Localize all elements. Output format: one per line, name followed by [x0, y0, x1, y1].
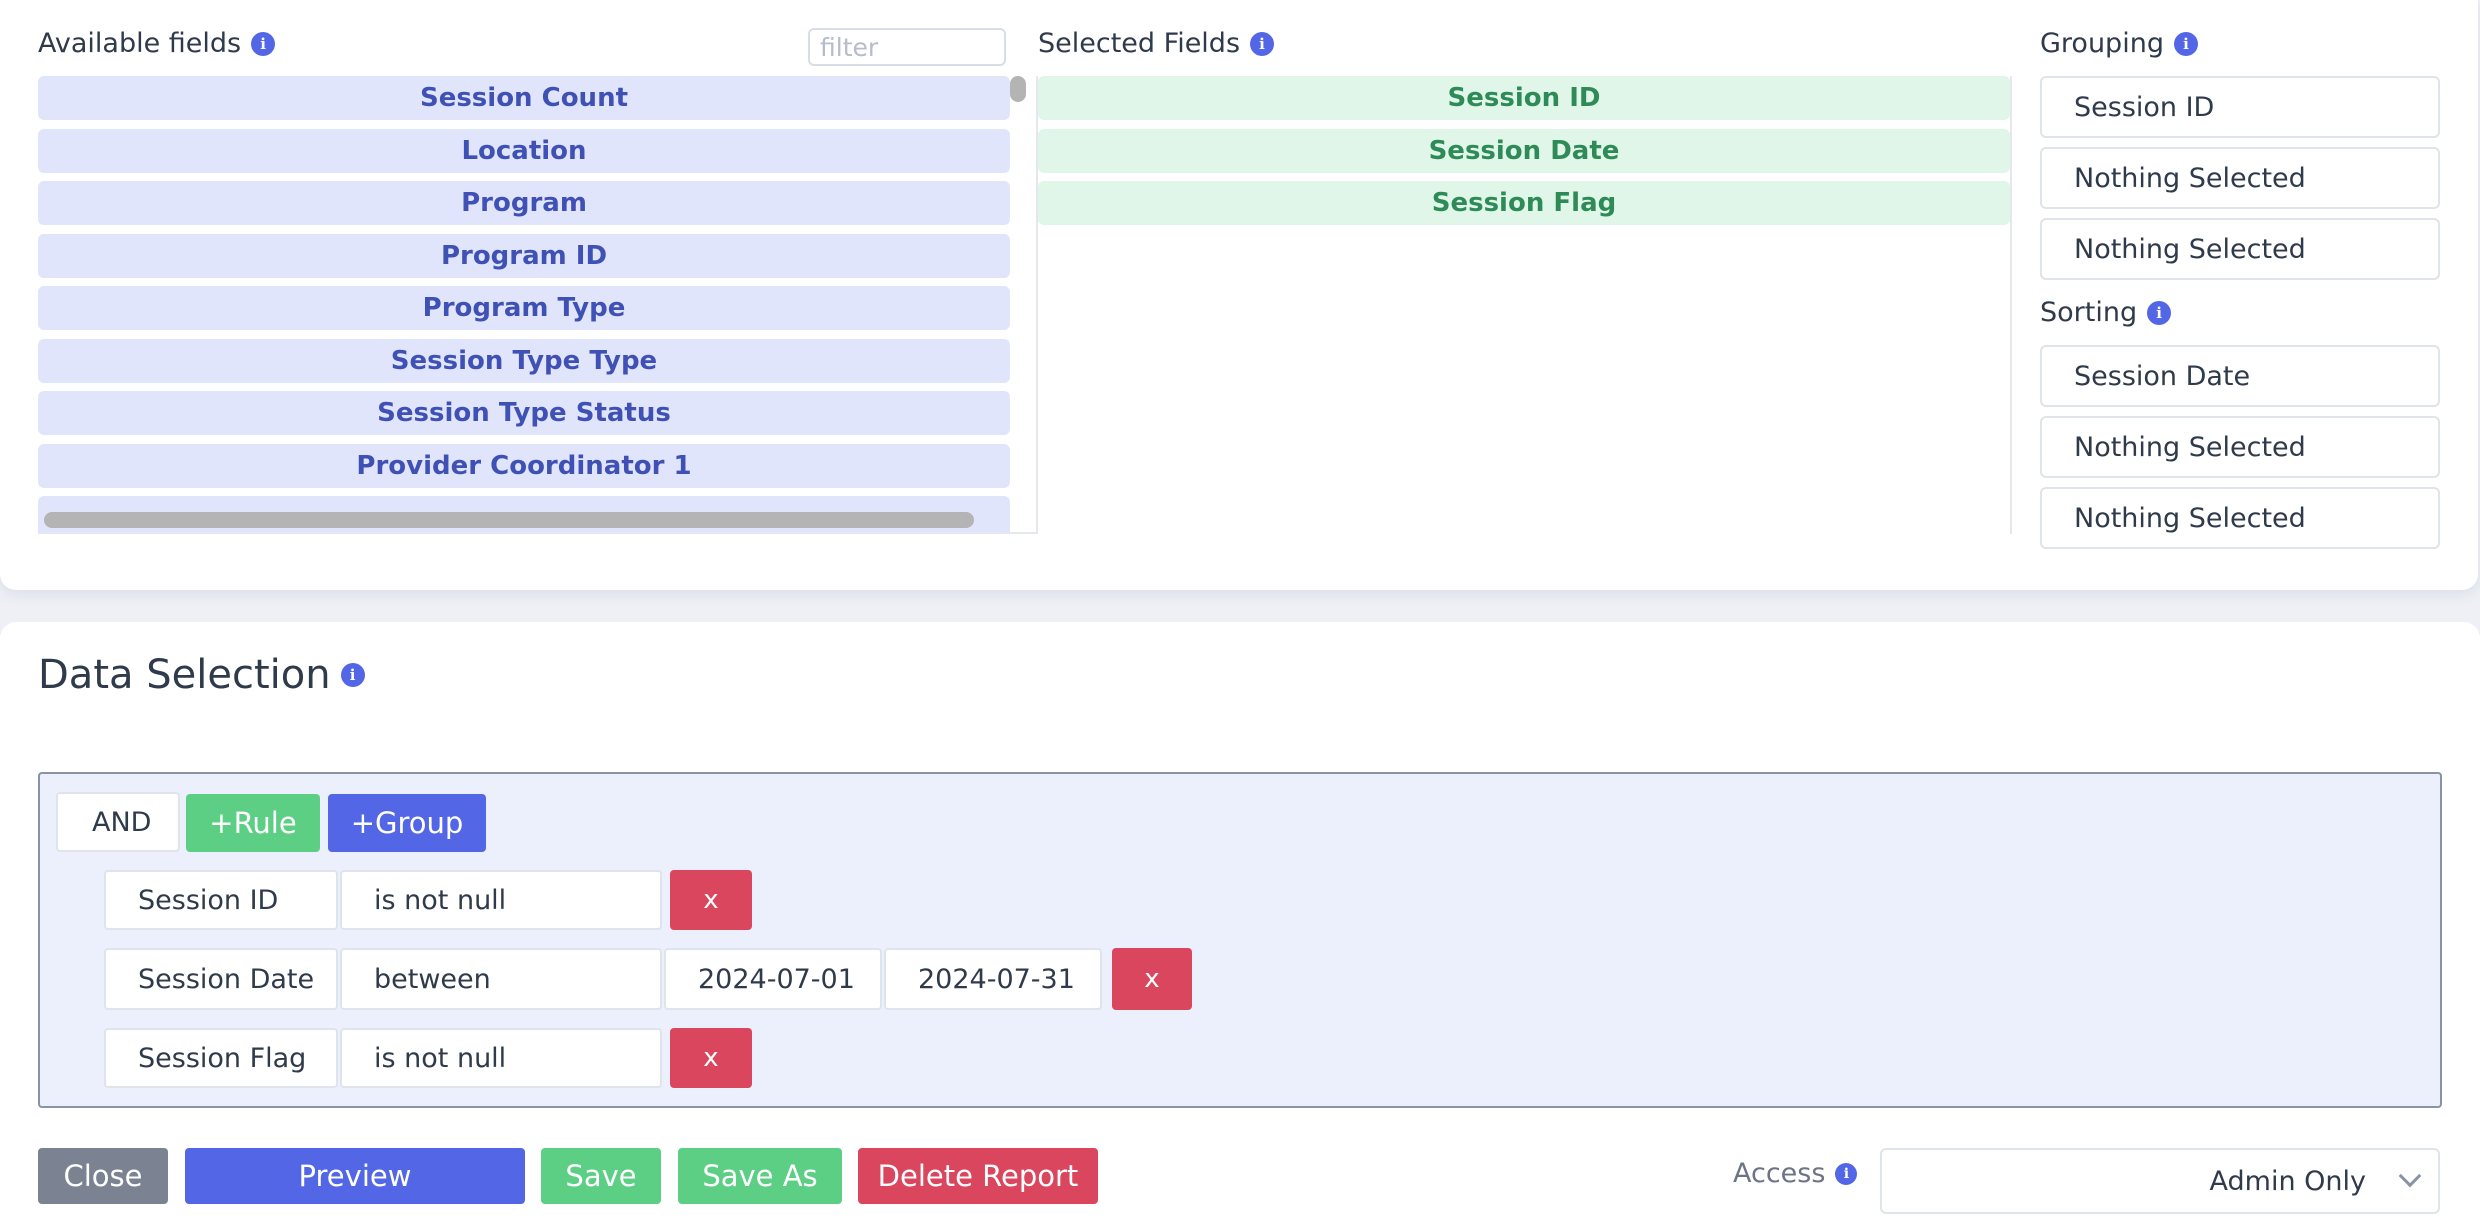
remove-rule-button[interactable]: x	[1112, 948, 1192, 1010]
rule-value-end-input[interactable]: 2024-07-31	[884, 948, 1102, 1010]
sorting-select-1[interactable]: Session Date	[2040, 345, 2440, 407]
condition-select[interactable]: AND	[56, 792, 180, 852]
available-field-item[interactable]: Program Type	[38, 286, 1010, 330]
rule-field-select[interactable]: Session Date	[104, 948, 338, 1010]
info-icon[interactable]: i	[1250, 31, 1275, 56]
selected-field-item[interactable]: Session ID	[1038, 76, 2010, 120]
sorting-title: Sorting	[2040, 297, 2138, 328]
sorting-header: Sorting i	[2040, 297, 2172, 328]
available-field-item[interactable]: Provider Coordinator 1	[38, 443, 1010, 488]
access-label: Access	[1733, 1158, 1826, 1189]
grouping-title: Grouping	[2040, 28, 2164, 59]
available-field-item[interactable]: Session Count	[38, 76, 1010, 120]
grouping-select-3[interactable]: Nothing Selected	[2040, 218, 2440, 280]
grouping-select-2[interactable]: Nothing Selected	[2040, 147, 2440, 209]
info-icon[interactable]: i	[340, 663, 365, 687]
rule-value-start-input[interactable]: 2024-07-01	[664, 948, 882, 1010]
info-icon[interactable]: i	[251, 31, 276, 56]
grouping-select-1[interactable]: Session ID	[2040, 76, 2440, 138]
selected-fields-title: Selected Fields	[1038, 28, 1241, 59]
save-button[interactable]: Save	[541, 1148, 661, 1204]
available-fields-list[interactable]: Session Count Location Program Program I…	[38, 76, 1038, 534]
info-icon[interactable]: i	[1835, 1162, 1858, 1185]
add-group-button[interactable]: +Group	[328, 794, 486, 852]
available-fields-title: Available fields	[38, 28, 242, 59]
data-selection-header: Data Selection i	[38, 652, 365, 698]
close-button[interactable]: Close	[38, 1148, 168, 1204]
available-fields-header: Available fields i	[38, 28, 276, 59]
rule-field-select[interactable]: Session ID	[104, 870, 338, 930]
selected-fields-list[interactable]: Session ID Session Date Session Flag	[1038, 76, 2012, 534]
info-icon[interactable]: i	[2147, 300, 2172, 325]
chevron-down-icon	[2398, 1164, 2422, 1188]
selected-field-item[interactable]: Session Date	[1038, 128, 2010, 173]
vertical-scrollbar[interactable]	[1010, 76, 1026, 102]
available-field-item[interactable]: Session Type Type	[38, 338, 1010, 383]
access-value: Admin Only	[2209, 1165, 2366, 1197]
rule-field-select[interactable]: Session Flag	[104, 1028, 338, 1088]
rule-operator-select[interactable]: is not null	[340, 870, 662, 930]
available-field-item[interactable]: Program ID	[38, 233, 1010, 278]
available-field-item[interactable]: Location	[38, 128, 1010, 173]
preview-button[interactable]: Preview	[185, 1148, 525, 1204]
access-label-group: Access i	[1733, 1158, 1858, 1189]
rule-operator-select[interactable]: is not null	[340, 1028, 662, 1088]
filter-input[interactable]	[808, 28, 1006, 66]
rule-operator-select[interactable]: between	[340, 948, 662, 1010]
horizontal-scrollbar[interactable]	[44, 512, 974, 528]
sorting-select-3[interactable]: Nothing Selected	[2040, 487, 2440, 549]
selected-fields-header: Selected Fields i	[1038, 28, 1275, 59]
remove-rule-button[interactable]: x	[670, 1028, 752, 1088]
grouping-header: Grouping i	[2040, 28, 2198, 59]
add-rule-button[interactable]: +Rule	[186, 794, 320, 852]
selected-field-item[interactable]: Session Flag	[1038, 181, 2010, 225]
sorting-select-2[interactable]: Nothing Selected	[2040, 416, 2440, 478]
remove-rule-button[interactable]: x	[670, 870, 752, 930]
available-field-item[interactable]: Session Type Status	[38, 391, 1010, 435]
save-as-button[interactable]: Save As	[678, 1148, 842, 1204]
data-selection-title: Data Selection	[38, 652, 331, 698]
available-field-item[interactable]: Program	[38, 181, 1010, 225]
delete-report-button[interactable]: Delete Report	[858, 1148, 1098, 1204]
access-select[interactable]: Admin Only	[1880, 1148, 2440, 1214]
info-icon[interactable]: i	[2173, 31, 2198, 56]
